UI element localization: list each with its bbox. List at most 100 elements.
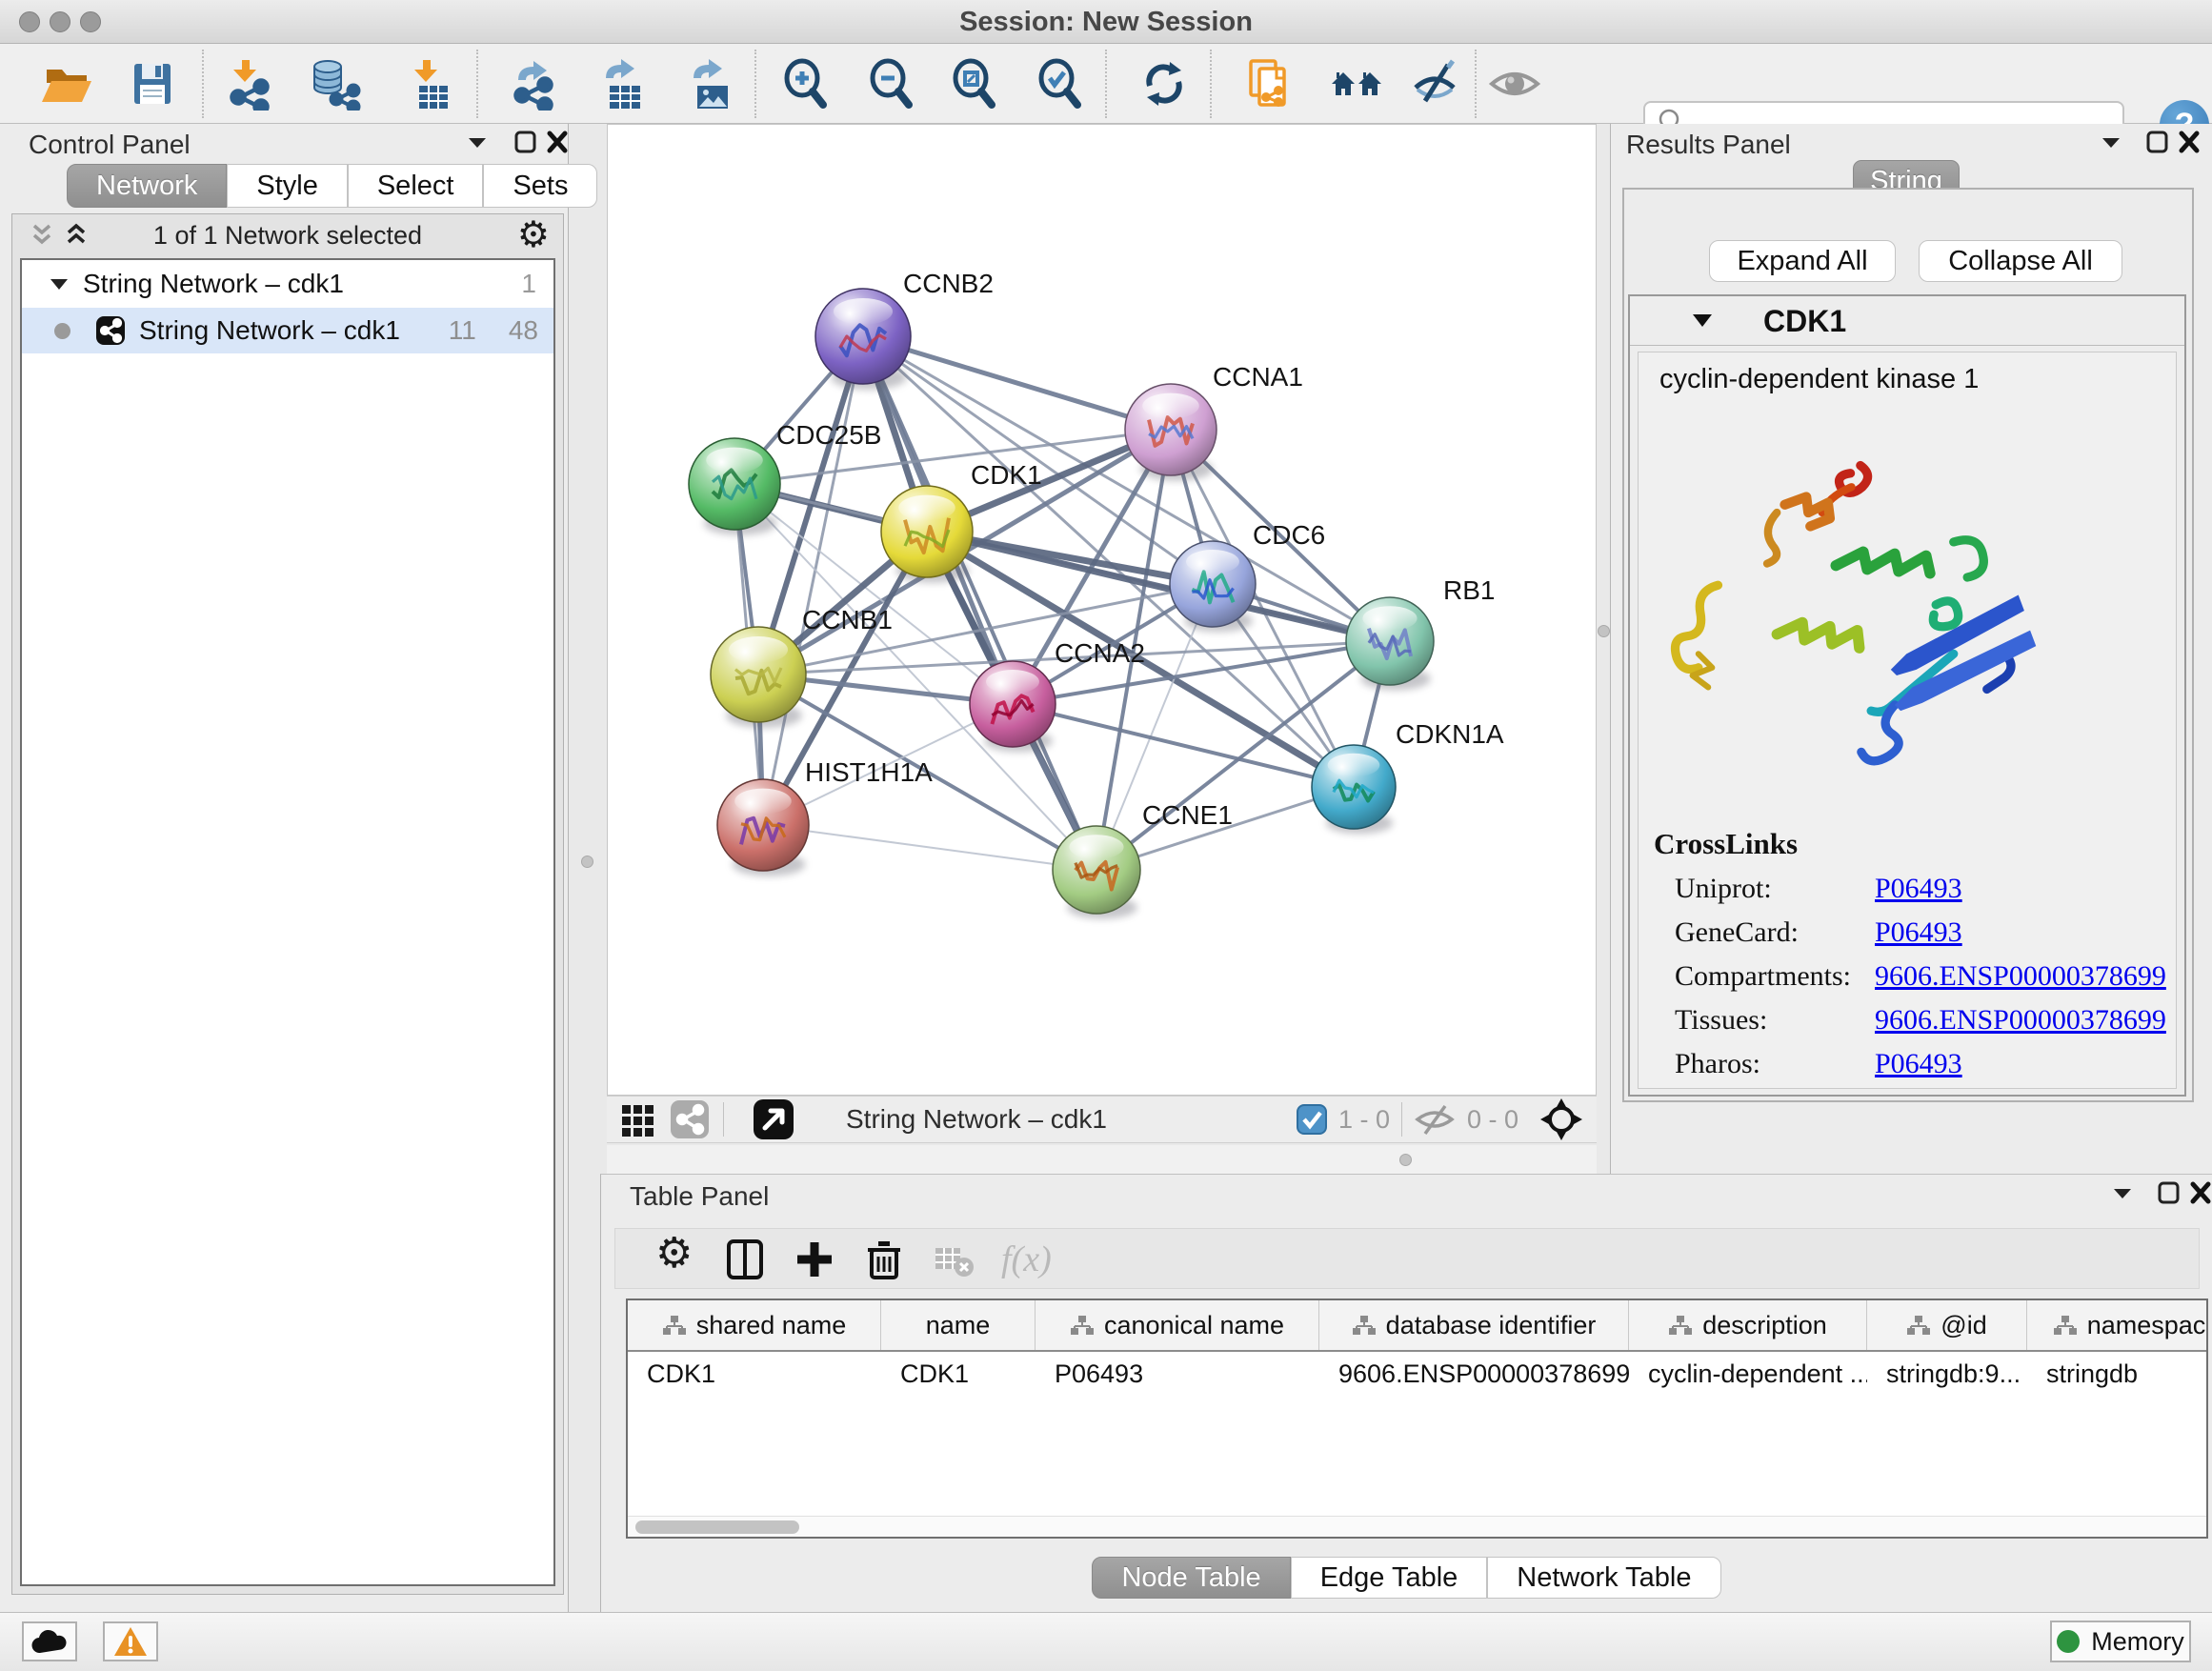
panel-menu-icon[interactable] bbox=[461, 130, 493, 154]
crosslink-link[interactable]: P06493 bbox=[1875, 1048, 1962, 1080]
refresh-icon[interactable] bbox=[1137, 57, 1191, 111]
gear-icon[interactable]: ⚙ bbox=[655, 1233, 703, 1278]
network-edges[interactable] bbox=[734, 336, 1390, 870]
tab-select[interactable]: Select bbox=[348, 164, 484, 208]
tab-node-table[interactable]: Node Table bbox=[1092, 1557, 1290, 1599]
export-table-icon[interactable] bbox=[594, 57, 648, 111]
right-splitter-handle[interactable] bbox=[1598, 625, 1610, 637]
window-title: Session: New Session bbox=[0, 0, 2212, 44]
collection-expand-icon[interactable] bbox=[49, 276, 70, 292]
hidden-count: 0 - 0 bbox=[1467, 1105, 1518, 1135]
collapse-all-button[interactable]: Collapse All bbox=[1919, 240, 2122, 282]
warning-button[interactable] bbox=[103, 1621, 158, 1661]
expand-all-button[interactable]: Expand All bbox=[1709, 240, 1896, 282]
node-CDKN1A[interactable]: CDKN1A bbox=[1312, 719, 1504, 834]
gene-name: CDK1 bbox=[1763, 304, 1846, 339]
import-database-icon[interactable] bbox=[309, 57, 362, 111]
open-string-web-icon[interactable] bbox=[1242, 57, 1296, 111]
float-panel-icon[interactable] bbox=[2141, 130, 2173, 154]
table-body: CDK1CDK1P064939606.ENSP00000378699cyclin… bbox=[628, 1352, 2206, 1396]
close-panel-icon[interactable] bbox=[2184, 1180, 2212, 1205]
column-header-canonical-name[interactable]: canonical name bbox=[1036, 1300, 1319, 1350]
add-column-icon[interactable] bbox=[792, 1237, 839, 1282]
node-CCNE1[interactable]: CCNE1 bbox=[1053, 800, 1233, 919]
panel-menu-icon[interactable] bbox=[2095, 130, 2127, 154]
node-RB1[interactable]: RB1 bbox=[1346, 575, 1495, 691]
network-canvas[interactable]: CCNB2CCNA1CDC25BCDK1CDC6RB1CCNB1CCNA2CDK… bbox=[607, 124, 1597, 1096]
collection-count: 1 bbox=[521, 269, 553, 299]
hscrollbar-thumb[interactable] bbox=[635, 1520, 799, 1534]
close-panel-icon[interactable] bbox=[2173, 130, 2205, 154]
node-CCNA1[interactable]: CCNA1 bbox=[1125, 362, 1303, 481]
crosslink-label: Pharos: bbox=[1675, 1048, 1875, 1080]
tab-network-table[interactable]: Network Table bbox=[1487, 1557, 1720, 1599]
network-view-title: String Network – cdk1 bbox=[846, 1104, 1107, 1135]
node-CCNB2[interactable]: CCNB2 bbox=[815, 269, 994, 390]
export-image-icon[interactable] bbox=[682, 57, 735, 111]
tab-network[interactable]: Network bbox=[67, 164, 227, 208]
crosslink-row: GeneCard:P06493 bbox=[1675, 911, 2170, 955]
column-header--id[interactable]: @id bbox=[1867, 1300, 2027, 1350]
memory-button[interactable]: Memory bbox=[2050, 1621, 2191, 1662]
crosslink-label: GeneCard: bbox=[1675, 916, 1875, 949]
column-header-name[interactable]: name bbox=[881, 1300, 1036, 1350]
home-pages-icon[interactable] bbox=[1331, 57, 1384, 111]
hide-structure-images-icon[interactable] bbox=[1410, 57, 1463, 111]
zoom-in-icon[interactable] bbox=[778, 57, 832, 111]
network-collection-row[interactable]: String Network – cdk1 1 bbox=[22, 260, 553, 308]
zoom-selected-icon[interactable] bbox=[1033, 57, 1086, 111]
zoom-out-icon[interactable] bbox=[864, 57, 917, 111]
table-row[interactable]: CDK1CDK1P064939606.ENSP00000378699cyclin… bbox=[628, 1352, 2206, 1396]
network-options-gear-icon[interactable]: ⚙ bbox=[517, 214, 550, 256]
crosslink-link[interactable]: P06493 bbox=[1875, 916, 1962, 949]
network-type-icon bbox=[95, 315, 126, 346]
column-header-description[interactable]: description bbox=[1629, 1300, 1867, 1350]
panel-menu-icon[interactable] bbox=[2106, 1180, 2139, 1205]
table-cell: CDK1 bbox=[628, 1352, 881, 1396]
node-table: shared namenamecanonical namedatabase id… bbox=[626, 1299, 2208, 1539]
node-CCNB1[interactable]: CCNB1 bbox=[711, 605, 893, 728]
node-label: CCNA2 bbox=[1055, 638, 1145, 668]
horizontal-splitter[interactable] bbox=[607, 1145, 1597, 1174]
open-session-icon[interactable] bbox=[40, 57, 93, 111]
node-CDC6[interactable]: CDC6 bbox=[1170, 520, 1325, 632]
results-panel-title: Results Panel bbox=[1626, 128, 1791, 162]
crosslink-link[interactable]: 9606.ENSP00000378699 bbox=[1875, 960, 2166, 993]
node-label: CCNE1 bbox=[1142, 800, 1233, 830]
birdseye-icon[interactable] bbox=[753, 1098, 794, 1140]
left-splitter-handle[interactable] bbox=[581, 856, 593, 868]
protein-structure-image bbox=[1656, 448, 2075, 772]
crosslink-link[interactable]: P06493 bbox=[1875, 873, 1962, 905]
import-table-icon[interactable] bbox=[400, 57, 453, 111]
zoom-fit-icon[interactable] bbox=[947, 57, 1000, 111]
network-edge-count: 48 bbox=[509, 315, 553, 346]
selected-checkbox[interactable] bbox=[1297, 1104, 1327, 1135]
crosslinks-heading: CrossLinks bbox=[1654, 827, 1798, 861]
hidden-eye-icon[interactable] bbox=[1414, 1102, 1456, 1137]
show-structure-images-icon[interactable] bbox=[1488, 57, 1541, 111]
columns-icon[interactable] bbox=[722, 1237, 770, 1282]
crosshair-icon[interactable] bbox=[1539, 1097, 1583, 1141]
cloud-button[interactable] bbox=[22, 1621, 77, 1661]
section-collapse-icon[interactable] bbox=[1691, 312, 1714, 329]
crosslink-link[interactable]: 9606.ENSP00000378699 bbox=[1875, 1004, 2166, 1037]
network-row[interactable]: String Network – cdk1 11 48 bbox=[22, 308, 553, 353]
column-header-shared-name[interactable]: shared name bbox=[628, 1300, 881, 1350]
table-hscrollbar bbox=[628, 1516, 2206, 1537]
close-panel-icon[interactable] bbox=[541, 130, 573, 154]
tab-edge-table[interactable]: Edge Table bbox=[1291, 1557, 1488, 1599]
table-header-row: shared namenamecanonical namedatabase id… bbox=[628, 1300, 2206, 1352]
float-panel-icon[interactable] bbox=[2152, 1180, 2184, 1205]
grid-view-icon[interactable] bbox=[620, 1101, 656, 1137]
delete-column-icon[interactable] bbox=[861, 1237, 909, 1282]
column-header-database-identifier[interactable]: database identifier bbox=[1319, 1300, 1629, 1350]
node-HIST1H1A[interactable]: HIST1H1A bbox=[717, 757, 933, 876]
import-network-icon[interactable] bbox=[219, 57, 272, 111]
export-network-icon[interactable] bbox=[507, 57, 560, 111]
float-panel-icon[interactable] bbox=[509, 130, 541, 154]
save-session-icon[interactable] bbox=[126, 57, 179, 111]
share-view-icon[interactable] bbox=[670, 1099, 710, 1139]
column-header-namespace[interactable]: namespace bbox=[2027, 1300, 2208, 1350]
tab-sets[interactable]: Sets bbox=[483, 164, 597, 208]
tab-style[interactable]: Style bbox=[227, 164, 347, 208]
